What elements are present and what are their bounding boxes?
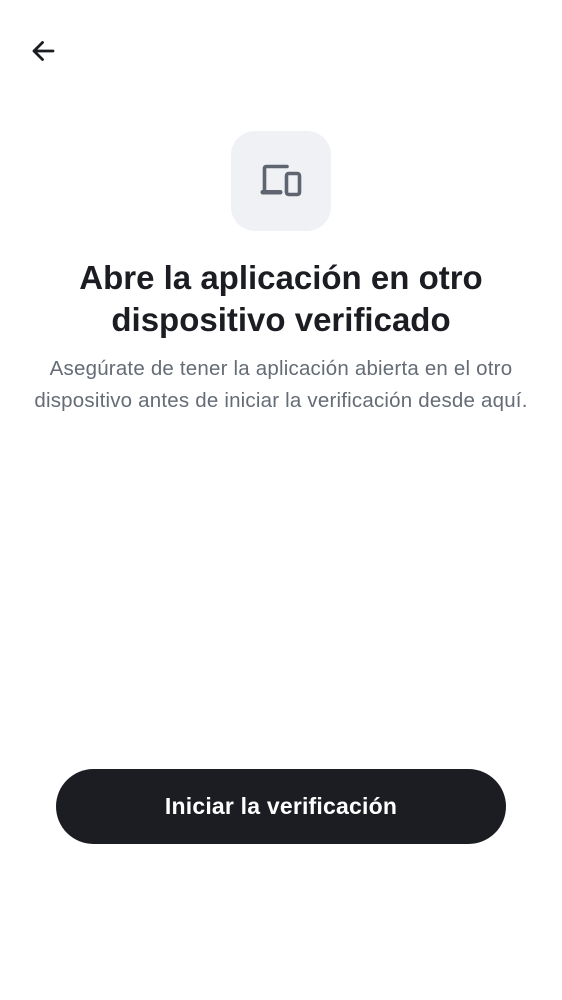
page-title: Abre la aplicación en otro dispositivo v… <box>79 259 483 338</box>
devices-icon <box>260 164 302 197</box>
start-verification-button[interactable]: Iniciar la verificación <box>56 769 506 844</box>
back-button[interactable] <box>22 30 64 72</box>
arrow-left-icon <box>32 41 55 61</box>
page-description: Asegúrate de tener la aplicación abierta… <box>34 357 528 412</box>
hero-icon-container <box>231 131 331 231</box>
